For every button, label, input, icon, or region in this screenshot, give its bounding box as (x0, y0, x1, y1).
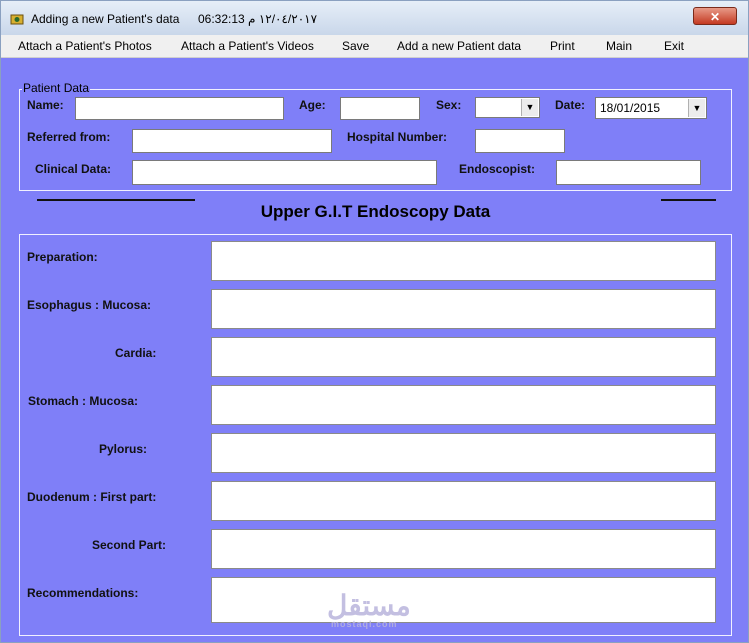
cardia-field[interactable] (211, 337, 716, 377)
stomach-mucosa-label: Stomach : Mucosa: (28, 394, 139, 408)
sex-select[interactable]: ▼ (475, 97, 540, 118)
recommendations-field[interactable] (211, 577, 716, 623)
preparation-field[interactable] (211, 241, 716, 281)
menu-attach-videos[interactable]: Attach a Patient's Videos (181, 39, 314, 53)
date-label: Date: (555, 98, 586, 112)
menu-main[interactable]: Main (606, 39, 632, 53)
date-picker[interactable]: 18/01/2015 ▼ (595, 97, 707, 119)
section-divider-left (37, 199, 195, 201)
title-bar: Adding a new Patient's data 06:32:13 ١٢/… (1, 1, 748, 35)
sex-label: Sex: (436, 98, 462, 112)
duodenum-first-part-field[interactable] (211, 481, 716, 521)
hospital-number-label: Hospital Number: (347, 130, 448, 144)
endoscopist-field[interactable] (556, 160, 701, 185)
menu-exit[interactable]: Exit (664, 39, 684, 53)
close-icon: ✕ (709, 10, 721, 24)
age-label: Age: (299, 98, 326, 112)
hospital-number-field[interactable] (475, 129, 565, 153)
second-part-label: Second Part: (92, 538, 167, 552)
chevron-down-icon[interactable]: ▼ (521, 99, 538, 116)
esophagus-mucosa-label: Esophagus : Mucosa: (27, 298, 152, 312)
age-field[interactable] (340, 97, 420, 120)
menu-add-patient[interactable]: Add a new Patient data (397, 39, 521, 53)
watermark-text: مستقل (327, 590, 411, 621)
patient-data-caption: Patient Data (22, 81, 91, 95)
preparation-label: Preparation: (27, 250, 98, 264)
window-clock: 06:32:13 ١٢/٠٤/٢٠١٧ م (198, 12, 318, 26)
stomach-mucosa-field[interactable] (211, 385, 716, 425)
app-icon (10, 14, 24, 25)
clinical-data-field[interactable] (132, 160, 437, 185)
close-button[interactable]: ✕ (693, 7, 737, 25)
referred-field[interactable] (132, 129, 332, 153)
section-divider-right (661, 199, 716, 201)
menu-print[interactable]: Print (550, 39, 575, 53)
menu-save[interactable]: Save (342, 39, 369, 53)
date-value: 18/01/2015 (600, 101, 661, 115)
endoscopist-label: Endoscopist: (459, 162, 536, 176)
second-part-field[interactable] (211, 529, 716, 569)
menu-bar: Attach a Patient's Photos Attach a Patie… (1, 35, 748, 58)
window-title: Adding a new Patient's data (31, 12, 180, 26)
menu-attach-photos[interactable]: Attach a Patient's Photos (18, 39, 152, 53)
cardia-label: Cardia: (115, 346, 157, 360)
watermark-subtext: mostaql.com (331, 619, 398, 629)
esophagus-mucosa-field[interactable] (211, 289, 716, 329)
name-field[interactable] (75, 97, 284, 120)
name-label: Name: (27, 98, 64, 112)
duodenum-first-part-label: Duodenum : First part: (27, 490, 157, 504)
section-title: Upper G.I.T Endoscopy Data (260, 202, 491, 221)
referred-label: Referred from: (27, 130, 111, 144)
pylorus-label: Pylorus: (99, 442, 148, 456)
mostaql-watermark: مستقل mostaql.com (327, 589, 411, 629)
pylorus-field[interactable] (211, 433, 716, 473)
patient-window: Adding a new Patient's data 06:32:13 ١٢/… (0, 0, 749, 643)
clinical-data-label: Clinical Data: (35, 162, 112, 176)
chevron-down-icon[interactable]: ▼ (688, 99, 705, 117)
recommendations-label: Recommendations: (27, 586, 139, 600)
